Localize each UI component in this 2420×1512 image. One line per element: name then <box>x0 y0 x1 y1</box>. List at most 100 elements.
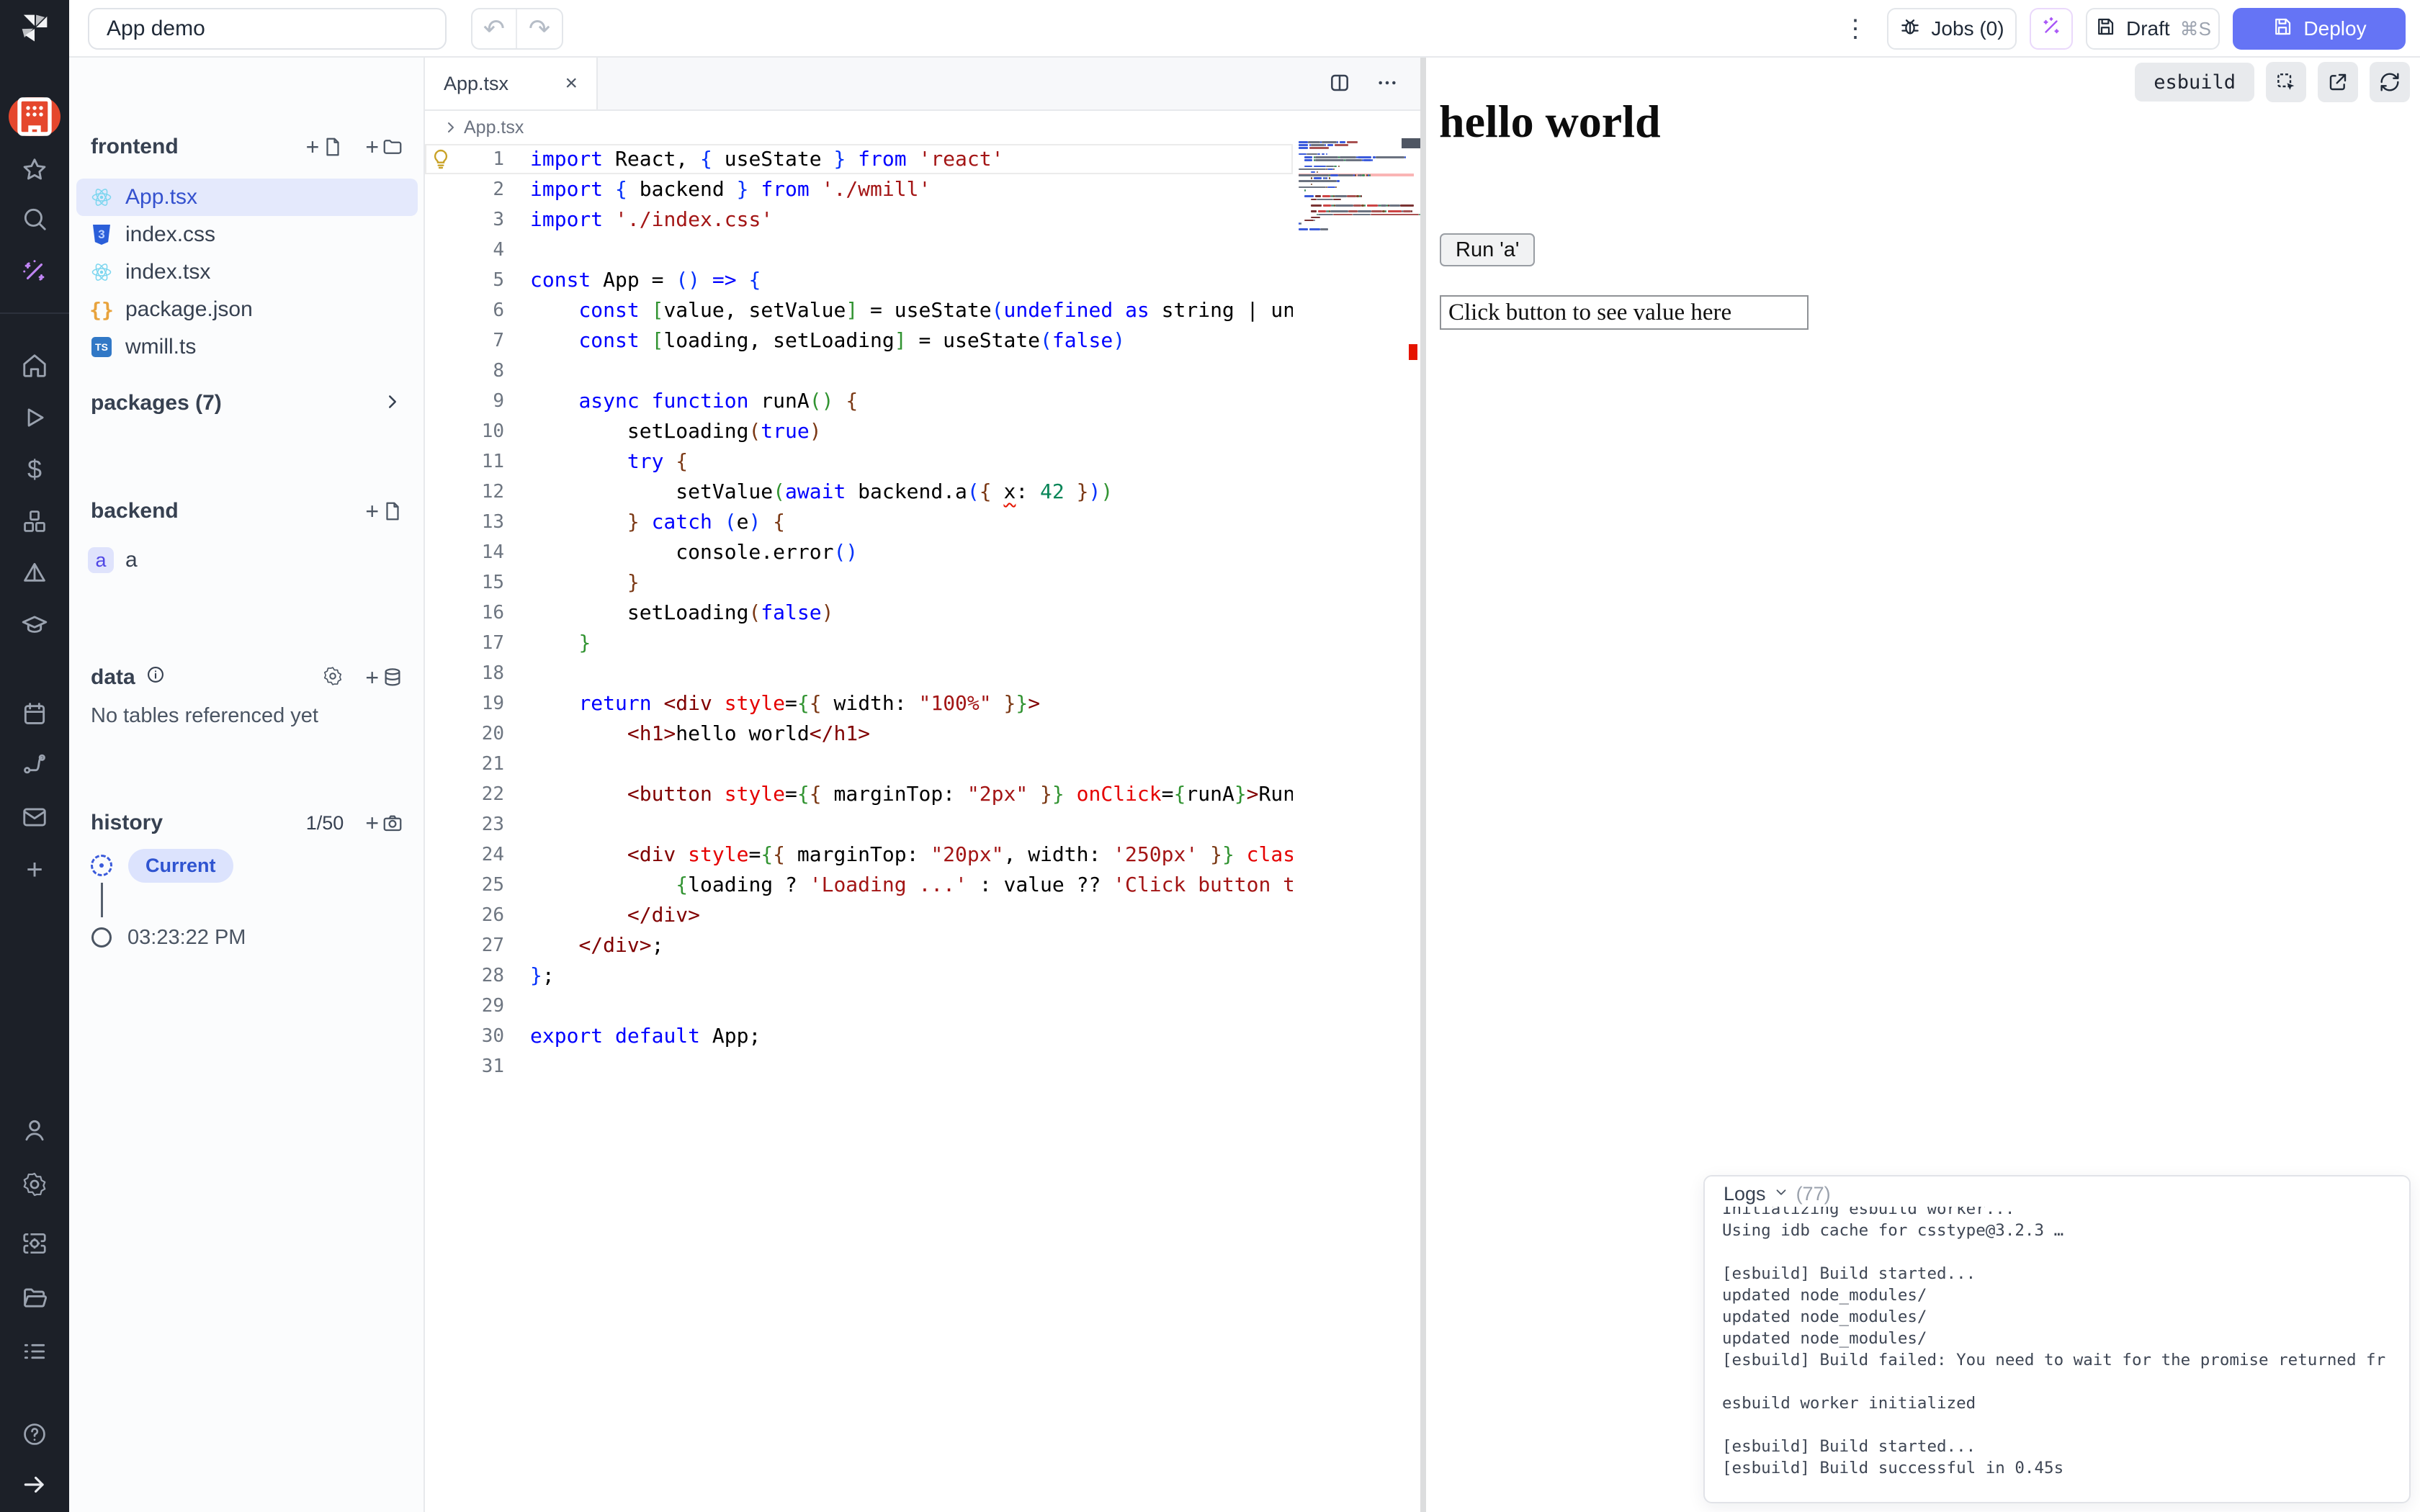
more-options-button[interactable]: ⋮ <box>1837 10 1873 48</box>
tab-close-icon[interactable]: × <box>565 71 578 96</box>
code-line-7[interactable]: 7 const [loading, setLoading] = useState… <box>425 325 1293 356</box>
dollar-icon[interactable]: $ <box>0 448 69 491</box>
code-line-11[interactable]: 11 try { <box>425 446 1293 477</box>
draft-shortcut: ⌘S <box>2180 18 2211 40</box>
minimap[interactable] <box>1299 140 1414 356</box>
code-line-4[interactable]: 4 <box>425 235 1293 265</box>
code-line-12[interactable]: 12 setValue(await backend.a({ x: 42 })) <box>425 477 1293 507</box>
logs-header[interactable]: Logs (77) <box>1705 1176 2409 1207</box>
open-external-button[interactable] <box>2318 62 2358 102</box>
add-snapshot-button[interactable]: + <box>365 810 403 837</box>
history-entry-current[interactable]: Current <box>91 845 408 886</box>
app-name-input[interactable] <box>88 8 447 50</box>
code-line-30[interactable]: 30export default App; <box>425 1021 1293 1051</box>
split-editor-icon[interactable] <box>1328 71 1351 98</box>
mail-icon[interactable] <box>0 796 69 839</box>
collapse-arrow-icon[interactable] <box>0 1463 69 1506</box>
code-line-6[interactable]: 6 const [value, setValue] = useState(und… <box>425 295 1293 325</box>
undo-button[interactable]: ↶ <box>472 9 517 48</box>
refresh-button[interactable] <box>2370 62 2410 102</box>
editor-more-icon[interactable] <box>1376 71 1399 98</box>
code-line-2[interactable]: 2import { backend } from './wmill' <box>425 174 1293 204</box>
run-a-button[interactable]: Run 'a' <box>1440 233 1535 266</box>
file-item-App-tsx[interactable]: App.tsx <box>76 179 418 216</box>
magic-wand-icon[interactable] <box>0 250 69 293</box>
file-item-package-json[interactable]: {}package.json <box>76 291 418 328</box>
code-line-26[interactable]: 26 </div> <box>425 900 1293 930</box>
apps-icon[interactable] <box>9 97 60 136</box>
file-item-index-tsx[interactable]: index.tsx <box>76 253 418 291</box>
code-line-16[interactable]: 16 setLoading(false) <box>425 598 1293 628</box>
code-line-20[interactable]: 20 <h1>hello world</h1> <box>425 719 1293 749</box>
settings-gear-icon[interactable] <box>0 1163 69 1206</box>
code-line-5[interactable]: 5const App = () => { <box>425 265 1293 295</box>
cubes-icon[interactable] <box>0 500 69 543</box>
code-area[interactable]: 1import React, { useState } from 'react'… <box>425 144 1293 1512</box>
redo-button[interactable]: ↷ <box>517 9 562 48</box>
code-line-29[interactable]: 29 <box>425 991 1293 1021</box>
server-cog-icon[interactable] <box>0 1222 69 1265</box>
code-line-1[interactable]: 1import React, { useState } from 'react' <box>425 144 1293 174</box>
breadcrumb[interactable]: App.tsx <box>442 111 524 144</box>
add-folder-button[interactable]: + <box>365 134 403 161</box>
line-number: 29 <box>425 991 504 1021</box>
inspect-button[interactable] <box>2266 62 2306 102</box>
draft-button[interactable]: Draft ⌘S <box>2086 8 2220 50</box>
list-icon[interactable] <box>0 1330 69 1373</box>
ai-wand-button[interactable] <box>2030 8 2073 50</box>
folder-icon[interactable] <box>0 1276 69 1319</box>
code-line-8[interactable]: 8 <box>425 356 1293 386</box>
add-database-button[interactable]: + <box>365 665 403 691</box>
graduation-cap-icon[interactable] <box>0 603 69 647</box>
logs-output[interactable]: Initializing esbuild worker...Using idb … <box>1705 1198 2409 1479</box>
code-line-21[interactable]: 21 <box>425 749 1293 779</box>
add-file-button[interactable]: + <box>306 134 344 161</box>
code-line-18[interactable]: 18 <box>425 658 1293 688</box>
code-line-28[interactable]: 28}; <box>425 960 1293 991</box>
plus-icon[interactable]: + <box>0 848 69 891</box>
route-icon[interactable] <box>0 742 69 786</box>
panel-resize-handle[interactable] <box>1420 58 1426 1512</box>
tab-app-tsx[interactable]: App.tsx × <box>425 58 598 109</box>
help-icon[interactable] <box>0 1413 69 1456</box>
packages-section-header[interactable]: packages (7) <box>69 383 425 423</box>
code-line-9[interactable]: 9 async function runA() { <box>425 386 1293 416</box>
code-line-31[interactable]: 31 <box>425 1051 1293 1081</box>
code-line-10[interactable]: 10 setLoading(true) <box>425 416 1293 446</box>
windmill-logo[interactable] <box>16 9 53 46</box>
pyramid-icon[interactable] <box>0 552 69 595</box>
home-icon[interactable] <box>0 344 69 387</box>
lightbulb-icon[interactable] <box>429 148 452 171</box>
tab-label: App.tsx <box>444 73 508 95</box>
code-line-22[interactable]: 22 <button style={{ marginTop: "2px" }} … <box>425 779 1293 809</box>
history-entry-past[interactable]: 03:23:22 PM <box>91 917 408 958</box>
code-line-14[interactable]: 14 console.error() <box>425 537 1293 567</box>
deploy-button[interactable]: Deploy <box>2233 8 2406 50</box>
search-icon[interactable] <box>0 197 69 240</box>
calendar-icon[interactable] <box>0 692 69 735</box>
add-script-button[interactable]: + <box>365 498 403 525</box>
code-line-17[interactable]: 17 } <box>425 628 1293 658</box>
runs-play-icon[interactable] <box>0 396 69 439</box>
log-line: [esbuild] Build successful in 0.45s <box>1722 1457 2392 1479</box>
line-number: 6 <box>425 295 504 325</box>
code-line-19[interactable]: 19 return <div style={{ width: "100%" }}… <box>425 688 1293 719</box>
file-item-index-css[interactable]: 3index.css <box>76 216 418 253</box>
star-icon[interactable] <box>0 148 69 192</box>
code-line-24[interactable]: 24 <div style={{ marginTop: "20px", widt… <box>425 840 1293 870</box>
scrollbar-slider[interactable] <box>1402 138 1420 148</box>
info-icon[interactable] <box>145 665 166 690</box>
code-line-15[interactable]: 15 } <box>425 567 1293 598</box>
jobs-button[interactable]: Jobs (0) <box>1887 8 2017 50</box>
data-settings-icon[interactable] <box>322 665 344 690</box>
code-line-3[interactable]: 3import './index.css' <box>425 204 1293 235</box>
user-icon[interactable] <box>0 1109 69 1152</box>
backend-script-item[interactable]: aa <box>88 541 138 579</box>
line-number: 3 <box>425 204 504 235</box>
code-line-13[interactable]: 13 } catch (e) { <box>425 507 1293 537</box>
code-line-25[interactable]: 25 {loading ? 'Loading ...' : value ?? '… <box>425 870 1293 900</box>
code-line-23[interactable]: 23 <box>425 809 1293 840</box>
file-item-wmill-ts[interactable]: TSwmill.ts <box>76 328 418 366</box>
code-line-27[interactable]: 27 </div>; <box>425 930 1293 960</box>
save-icon <box>2094 16 2116 42</box>
